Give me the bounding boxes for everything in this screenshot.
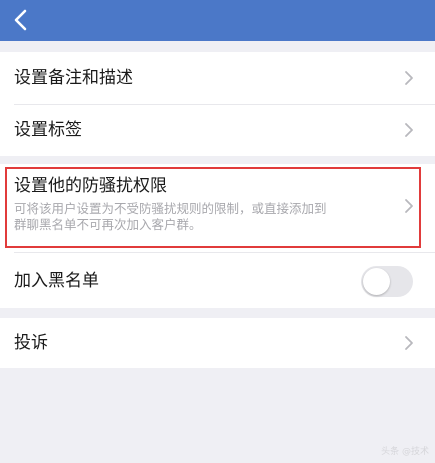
top-nav-bar	[0, 0, 435, 41]
settings-group-1: 设置备注和描述 设置标签	[0, 52, 435, 156]
watermark: 头条 @技术	[381, 447, 429, 457]
highlight-annotation-box	[5, 167, 421, 248]
chevron-left-icon	[14, 9, 27, 31]
chevron-right-icon	[404, 70, 414, 86]
contact-settings-page: 设置备注和描述 设置标签 设置他的防骚扰权限 可将该用户设置为不受防骚扰规则的限…	[0, 0, 435, 463]
tags-label: 设置标签	[14, 120, 82, 140]
remark-label: 设置备注和描述	[14, 68, 133, 88]
blacklist-label: 加入黑名单	[14, 271, 99, 291]
back-button[interactable]	[6, 4, 38, 36]
remark-row[interactable]: 设置备注和描述	[0, 52, 435, 104]
report-label: 投诉	[14, 333, 48, 353]
tags-row[interactable]: 设置标签	[0, 105, 435, 156]
blacklist-toggle[interactable]	[361, 266, 413, 297]
chevron-right-icon	[404, 335, 414, 351]
settings-group-3: 投诉	[0, 318, 435, 368]
chevron-right-icon	[404, 122, 414, 138]
toggle-knob	[363, 268, 390, 295]
report-row[interactable]: 投诉	[0, 318, 435, 368]
